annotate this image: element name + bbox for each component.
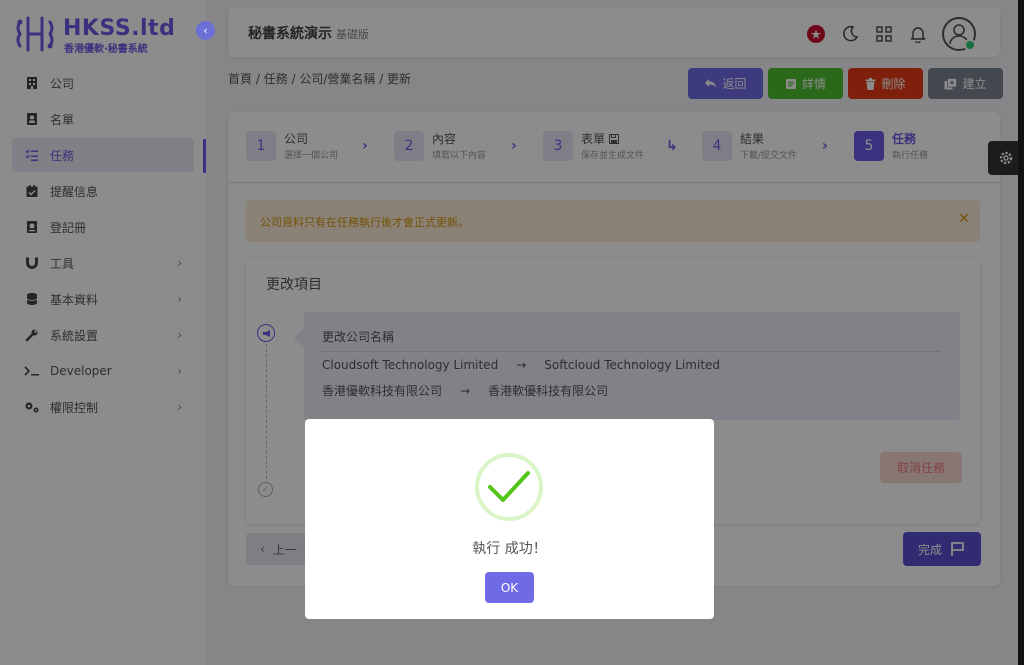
chevron-left-icon: ‹ — [203, 24, 208, 37]
ok-button[interactable]: OK — [485, 572, 534, 603]
success-dialog: 執行 成功！ OK — [305, 419, 714, 619]
sidebar-collapse-button[interactable]: ‹ — [196, 21, 215, 40]
dialog-message: 執行 成功！ — [472, 541, 547, 557]
success-check-icon — [475, 453, 543, 521]
